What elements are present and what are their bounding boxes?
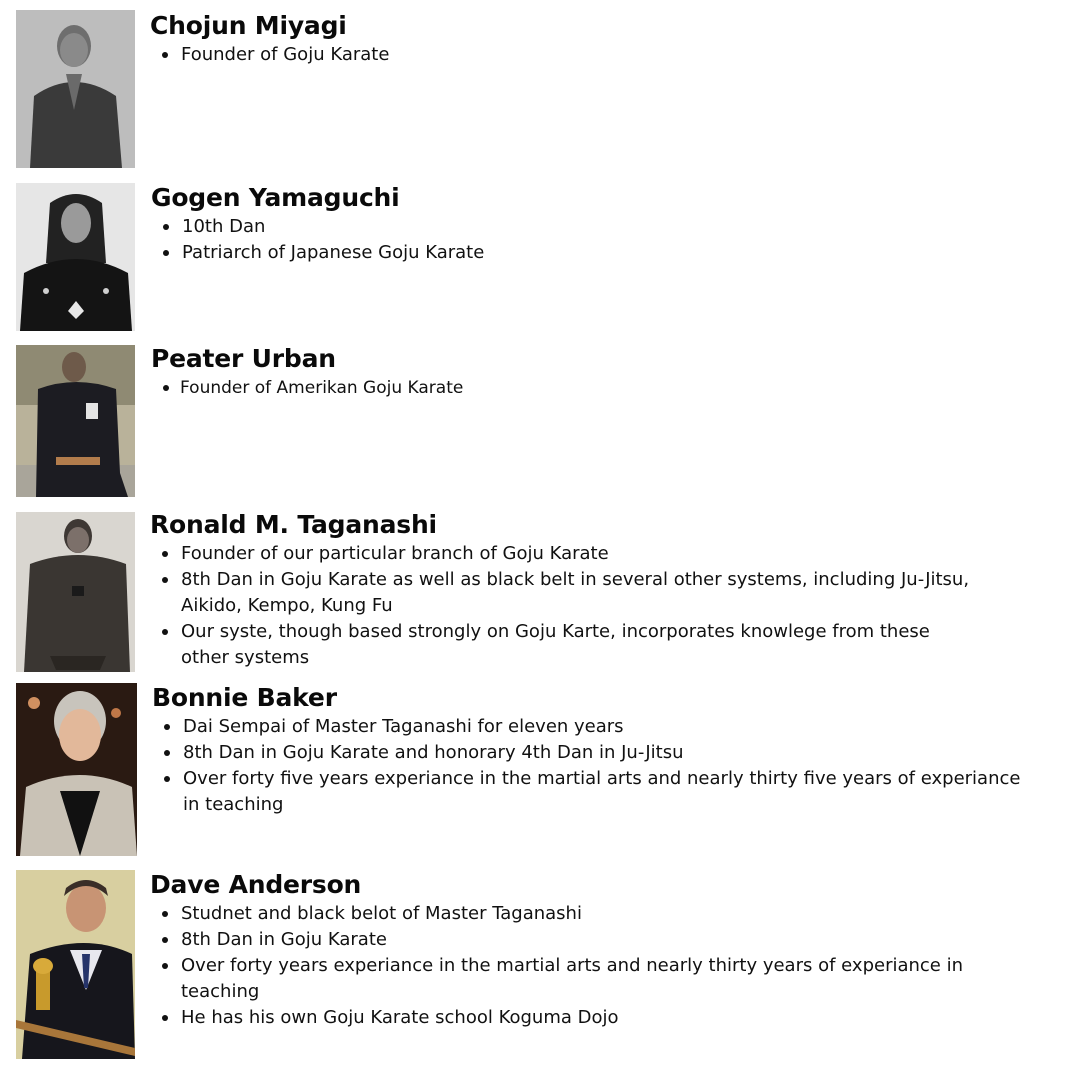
bullet-icon <box>164 776 170 782</box>
bullet-list: 10th Dan Patriarch of Japanese Goju Kara… <box>151 214 1051 266</box>
person-info: Ronald M. Taganashi Founder of our parti… <box>150 509 1050 671</box>
bullet-list: Founder of our particular branch of Goju… <box>150 541 980 671</box>
bullet-item: He has his own Goju Karate school Koguma… <box>150 1005 980 1031</box>
bullet-icon <box>163 224 169 230</box>
bullet-item: Founder of our particular branch of Goju… <box>150 541 980 567</box>
bullet-icon <box>162 577 168 583</box>
bullet-icon <box>164 750 170 756</box>
bullet-item: Founder of Goju Karate <box>150 42 1050 68</box>
bullet-item: 8th Dan in Goju Karate and honorary 4th … <box>152 740 1042 766</box>
bullet-item: Patriarch of Japanese Goju Karate <box>151 240 1051 266</box>
bullet-icon <box>162 963 168 969</box>
bullet-icon <box>162 911 168 917</box>
bullet-item: Over forty years experiance in the marti… <box>150 953 980 1005</box>
bullet-text: Over forty five years experiance in the … <box>183 768 1021 815</box>
bullet-list: Studnet and black belot of Master Tagana… <box>150 901 980 1031</box>
portrait-photo <box>16 345 135 497</box>
bullet-text: 8th Dan in Goju Karate and honorary 4th … <box>183 742 684 763</box>
bullet-text: 10th Dan <box>182 216 266 237</box>
bullet-item: Studnet and black belot of Master Tagana… <box>150 901 980 927</box>
person-info: Chojun Miyagi Founder of Goju Karate <box>150 10 1050 68</box>
portrait-photo <box>16 512 135 672</box>
bullet-text: Patriarch of Japanese Goju Karate <box>182 242 485 263</box>
bullet-list: Dai Sempai of Master Taganashi for eleve… <box>152 714 1042 818</box>
bullet-text: Dai Sempai of Master Taganashi for eleve… <box>183 716 624 737</box>
person-name: Chojun Miyagi <box>150 11 347 40</box>
portrait-photo <box>16 870 135 1059</box>
person-info: Bonnie Baker Dai Sempai of Master Tagana… <box>152 682 1052 818</box>
bullet-item: 8th Dan in Goju Karate <box>150 927 980 953</box>
bullet-text: 8th Dan in Goju Karate as well as black … <box>181 569 970 616</box>
bullet-item: 10th Dan <box>151 214 1051 240</box>
bullet-item: Our syste, though based strongly on Goju… <box>150 619 980 671</box>
person-info: Dave Anderson Studnet and black belot of… <box>150 869 1050 1031</box>
person-info: Gogen Yamaguchi 10th Dan Patriarch of Ja… <box>151 182 1051 266</box>
bullet-text: Studnet and black belot of Master Tagana… <box>181 903 582 924</box>
person-name: Peater Urban <box>151 344 336 373</box>
bullet-icon <box>163 250 169 256</box>
bullet-list: Founder of Amerikan Goju Karate <box>151 375 1051 401</box>
bullet-text: Founder of Goju Karate <box>181 44 390 65</box>
bullet-icon <box>162 551 168 557</box>
bullet-item: 8th Dan in Goju Karate as well as black … <box>150 567 980 619</box>
person-name: Gogen Yamaguchi <box>151 183 400 212</box>
bullet-icon <box>164 724 170 730</box>
bullet-text: Our syste, though based strongly on Goju… <box>181 621 930 668</box>
bullet-text: Founder of our particular branch of Goju… <box>181 543 609 564</box>
bullet-item: Over forty five years experiance in the … <box>152 766 1042 818</box>
person-name: Bonnie Baker <box>152 683 337 712</box>
person-name: Dave Anderson <box>150 870 362 899</box>
person-name: Ronald M. Taganashi <box>150 510 437 539</box>
bullet-list: Founder of Goju Karate <box>150 42 1050 68</box>
portrait-photo <box>16 683 137 856</box>
bullet-icon <box>162 52 168 58</box>
portrait-photo <box>16 10 135 168</box>
bullet-text: He has his own Goju Karate school Koguma… <box>181 1007 619 1028</box>
bullet-text: 8th Dan in Goju Karate <box>181 929 387 950</box>
bullet-text: Over forty years experiance in the marti… <box>181 955 964 1002</box>
person-info: Peater Urban Founder of Amerikan Goju Ka… <box>151 343 1051 401</box>
bullet-icon <box>163 385 169 391</box>
bullet-icon <box>162 937 168 943</box>
portrait-photo <box>16 183 135 331</box>
bullet-icon <box>162 629 168 635</box>
bullet-item: Founder of Amerikan Goju Karate <box>151 375 1051 401</box>
bullet-item: Dai Sempai of Master Taganashi for eleve… <box>152 714 1042 740</box>
bullet-icon <box>162 1015 168 1021</box>
bullet-text: Founder of Amerikan Goju Karate <box>180 378 464 398</box>
